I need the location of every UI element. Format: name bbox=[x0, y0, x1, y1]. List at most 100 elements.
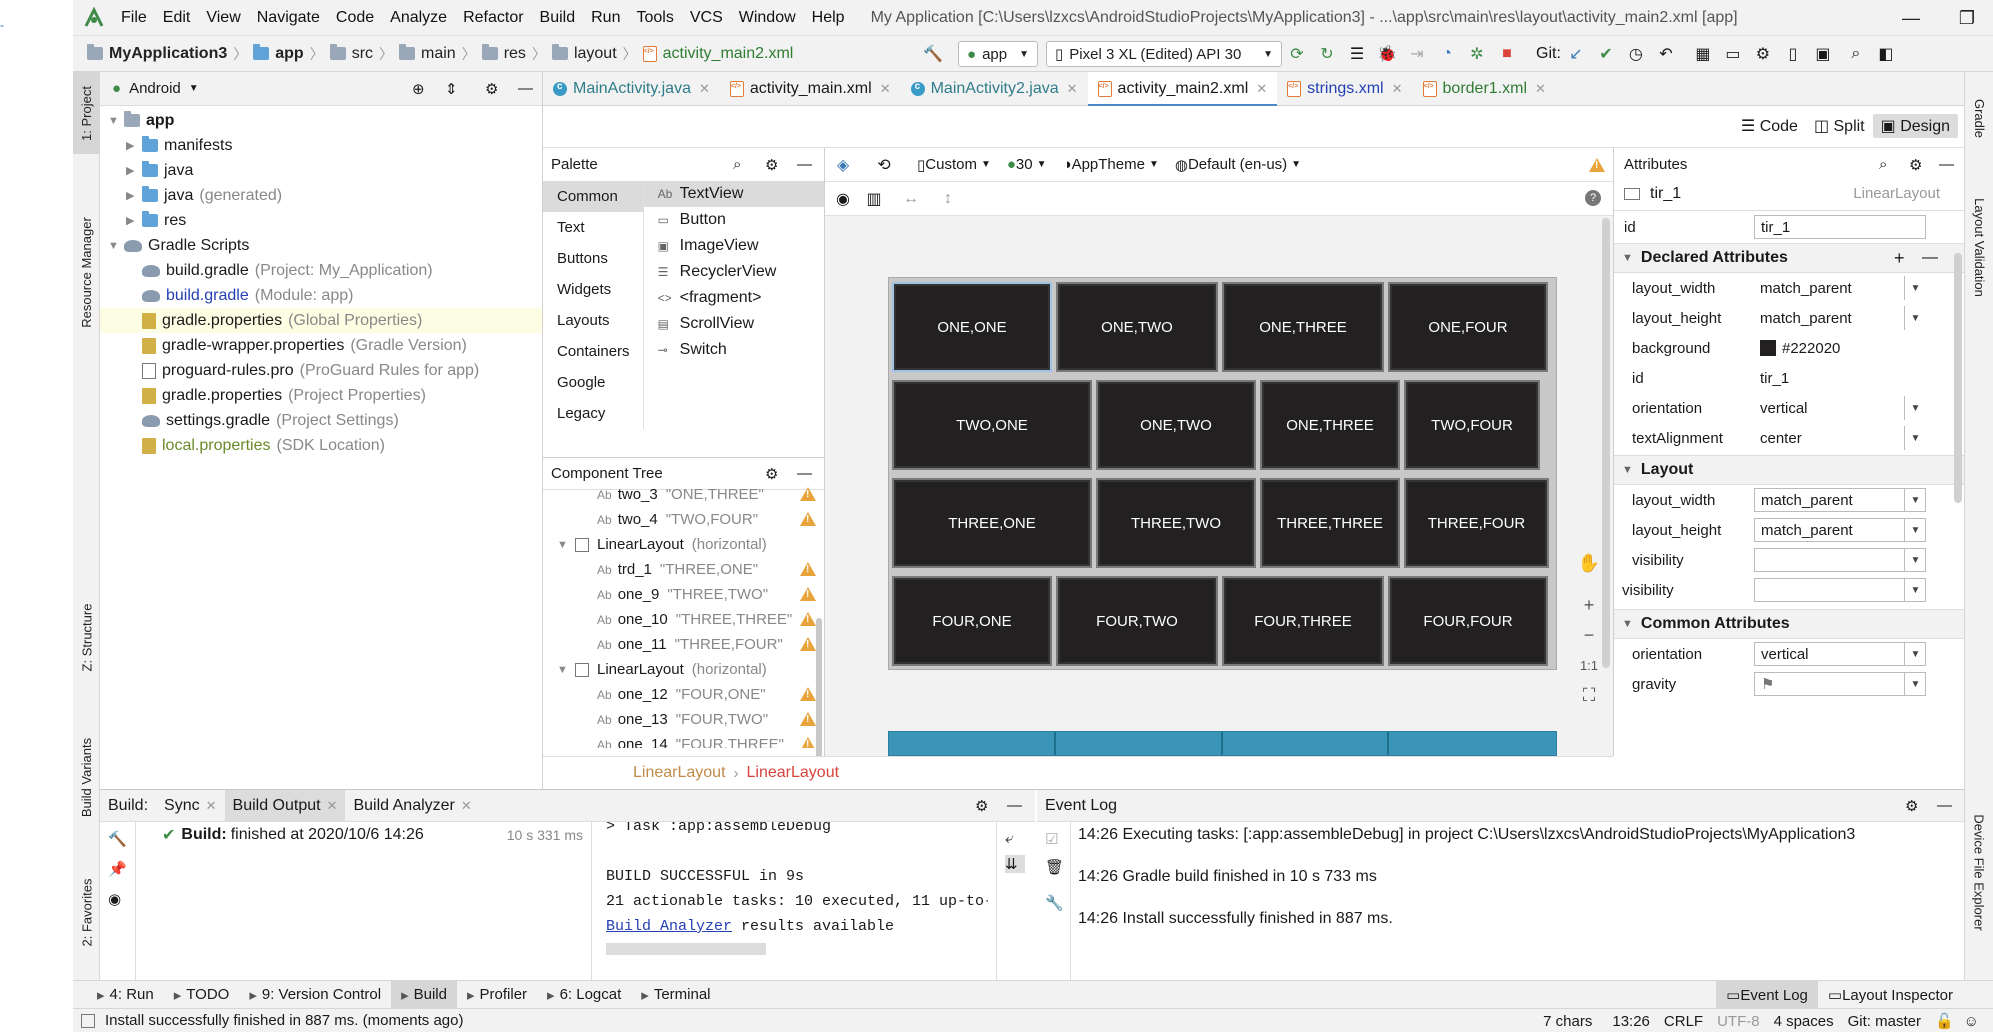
palette-category-containers[interactable]: Containers bbox=[543, 336, 643, 367]
component-tree-item[interactable]: Ab one_14 "FOUR,THREE" bbox=[543, 732, 824, 748]
chevron-down-icon[interactable]: ▼ bbox=[1904, 306, 1926, 330]
design-mode-button[interactable]: ▣ Design bbox=[1872, 114, 1958, 138]
palette-category-google[interactable]: Google bbox=[543, 367, 643, 398]
guidelines-icon[interactable]: ▥ bbox=[862, 187, 886, 211]
editor-tab-activity-main2-xml[interactable]: activity_main2.xml ✕ bbox=[1087, 71, 1278, 107]
breadcrumb-linearlayout-parent[interactable]: LinearLayout bbox=[633, 764, 726, 782]
breadcrumb-res[interactable]: res bbox=[481, 44, 526, 63]
component-tree-item[interactable]: Ab one_12 "FOUR,ONE" bbox=[543, 682, 824, 707]
project-view-mode[interactable]: Android bbox=[129, 80, 181, 97]
hammer-icon[interactable]: 🔨 bbox=[921, 42, 945, 66]
inspector-icon[interactable]: ☺ bbox=[1964, 1013, 1979, 1030]
attribute-value[interactable]: tir_1 bbox=[1754, 366, 1926, 390]
hide-icon[interactable]: — bbox=[1937, 797, 1952, 814]
breadcrumb-myapplication3[interactable]: MyApplication3 bbox=[87, 44, 227, 63]
menu-file[interactable]: File bbox=[121, 9, 147, 27]
gear-icon[interactable]: ⚙ bbox=[1905, 797, 1918, 815]
editor-tab-mainactivity-java[interactable]: MainActivity.java ✕ bbox=[543, 72, 720, 106]
locale-dropdown[interactable]: ◍ Default (en-us) ▼ bbox=[1175, 156, 1301, 174]
tool-window-profiler[interactable]: ▸ Profiler bbox=[457, 981, 537, 1009]
build-output-scrollbar[interactable] bbox=[606, 943, 766, 955]
gear-icon[interactable]: ⚙ bbox=[485, 80, 498, 98]
project-tree-item[interactable]: ▶ java (generated) bbox=[100, 183, 542, 208]
attributes-scrollbar[interactable] bbox=[1954, 253, 1962, 503]
warning-icon[interactable] bbox=[800, 612, 816, 626]
minimize-button[interactable]: — bbox=[1883, 0, 1939, 36]
mark-read-icon[interactable]: ☑ bbox=[1045, 830, 1070, 848]
grid-cell[interactable]: FOUR,THREE bbox=[1222, 576, 1384, 666]
menu-edit[interactable]: Edit bbox=[163, 9, 191, 27]
git-update-icon[interactable]: ↙ bbox=[1564, 42, 1588, 66]
tab-gradle[interactable]: Gradle bbox=[1965, 78, 1993, 158]
chevron-down-icon[interactable]: ▼ bbox=[189, 83, 199, 94]
theme-dropdown[interactable]: ◑ AppTheme ▼ bbox=[1063, 156, 1159, 173]
run-config-select[interactable]: ● app ▼ bbox=[958, 41, 1038, 67]
grid-cell[interactable]: THREE,THREE bbox=[1260, 478, 1400, 568]
close-tab-icon[interactable]: ✕ bbox=[880, 81, 891, 97]
warning-icon[interactable] bbox=[800, 587, 816, 601]
hide-icon[interactable]: — bbox=[1007, 797, 1022, 814]
expanded-arrow-icon[interactable]: ▼ bbox=[108, 115, 124, 127]
attach-debugger-icon[interactable]: ⇥ bbox=[1405, 42, 1429, 66]
tab-project[interactable]: 1: Project bbox=[73, 72, 100, 154]
expanded-arrow-icon[interactable]: ▼ bbox=[557, 539, 575, 551]
chevron-down-icon[interactable]: ▼ bbox=[1904, 426, 1926, 450]
component-tree-item[interactable]: Ab two_4 "TWO,FOUR" bbox=[543, 507, 824, 532]
project-tree-item[interactable]: settings.gradle (Project Settings) bbox=[100, 408, 542, 433]
build-analyzer-link[interactable]: Build Analyzer bbox=[606, 918, 732, 935]
project-tree-item[interactable]: ▼ Gradle Scripts bbox=[100, 233, 542, 258]
menu-run[interactable]: Run bbox=[591, 9, 620, 27]
component-tree-item[interactable]: Ab one_9 "THREE,TWO" bbox=[543, 582, 824, 607]
project-tree-item[interactable]: build.gradle (Module: app) bbox=[100, 283, 542, 308]
component-tree-item[interactable]: Ab one_10 "THREE,THREE" bbox=[543, 607, 824, 632]
palette-item-imageview[interactable]: ▣ ImageView bbox=[644, 233, 824, 259]
declared-attributes-section[interactable]: ▼ Declared Attributes + — bbox=[1614, 243, 1964, 273]
eye-icon[interactable]: ◉ bbox=[831, 187, 855, 211]
locate-icon[interactable]: ⊕ bbox=[412, 80, 425, 98]
warning-icon[interactable] bbox=[800, 637, 816, 651]
grid-cell[interactable]: ONE,THREE bbox=[1260, 380, 1400, 470]
tool-window-6-logcat[interactable]: ▸ 6: Logcat bbox=[537, 981, 631, 1009]
collapse-all-icon[interactable]: ⇕ bbox=[445, 80, 458, 98]
add-attribute-icon[interactable]: + bbox=[1894, 248, 1905, 269]
scroll-to-end-icon[interactable]: ⇊ bbox=[1005, 855, 1025, 873]
breadcrumb-app[interactable]: app bbox=[253, 44, 304, 63]
chevron-down-icon[interactable]: ▼ bbox=[1904, 548, 1926, 572]
editor-tab-strings-xml[interactable]: strings.xml ✕ bbox=[1277, 72, 1412, 106]
device-select[interactable]: ▯ Pixel 3 XL (Edited) API 30 ▼ bbox=[1046, 41, 1282, 67]
gear-icon[interactable]: ⚙ bbox=[1909, 156, 1922, 174]
warning-icon[interactable] bbox=[800, 512, 816, 526]
grid-cell[interactable]: ONE,TWO bbox=[1056, 282, 1218, 372]
close-tab-icon[interactable]: ✕ bbox=[1256, 81, 1267, 97]
layout-preview[interactable]: ONE,ONE ONE,TWO ONE,THREE ONE,FOUR TWO,ONE ON… bbox=[888, 277, 1557, 670]
attribute-value[interactable]: #222020 bbox=[1754, 336, 1926, 360]
editor-tab-activity-main-xml[interactable]: activity_main.xml ✕ bbox=[720, 72, 901, 106]
breadcrumb-main[interactable]: main bbox=[399, 44, 456, 63]
breadcrumb-activity-main2-xml[interactable]: activity_main2.xml bbox=[642, 45, 793, 63]
attribute-value[interactable]: vertical bbox=[1754, 642, 1926, 666]
project-tree-item[interactable]: ▶ manifests bbox=[100, 133, 542, 158]
attribute-value[interactable]: match_parent bbox=[1754, 306, 1926, 330]
palette-category-common[interactable]: Common bbox=[543, 181, 643, 212]
zoom-actual-button[interactable]: 1:1 bbox=[1573, 650, 1605, 680]
attribute-value[interactable] bbox=[1754, 578, 1926, 602]
attribute-value[interactable] bbox=[1754, 548, 1926, 572]
profile-icon[interactable]: ◔ bbox=[1435, 42, 1459, 66]
stop-icon[interactable]: ■ bbox=[1495, 42, 1519, 66]
attach-icon[interactable]: ✲ bbox=[1465, 42, 1489, 66]
grid-cell[interactable]: FOUR,TWO bbox=[1056, 576, 1218, 666]
warning-icon[interactable] bbox=[800, 712, 816, 726]
chevron-down-icon[interactable]: ▼ bbox=[1904, 672, 1926, 696]
collapsed-arrow-icon[interactable]: ▶ bbox=[126, 214, 142, 227]
editor-tab-border1-xml[interactable]: border1.xml ✕ bbox=[1413, 72, 1556, 106]
grid-cell[interactable]: THREE,FOUR bbox=[1404, 478, 1549, 568]
close-tab-icon[interactable]: ✕ bbox=[327, 798, 338, 814]
close-tab-icon[interactable]: ✕ bbox=[1535, 81, 1546, 97]
project-structure-icon[interactable]: ▦ bbox=[1691, 42, 1715, 66]
run-tests-icon[interactable]: ☰ bbox=[1345, 42, 1369, 66]
tab-device-file-explorer[interactable]: Device File Explorer bbox=[1965, 792, 1993, 952]
breadcrumb-layout[interactable]: layout bbox=[551, 44, 617, 63]
gradle-elephant-icon[interactable]: ◧ bbox=[1874, 42, 1898, 66]
maximize-button[interactable]: ❐ bbox=[1939, 0, 1993, 36]
component-tree-item[interactable]: Ab trd_1 "THREE,ONE" bbox=[543, 557, 824, 582]
